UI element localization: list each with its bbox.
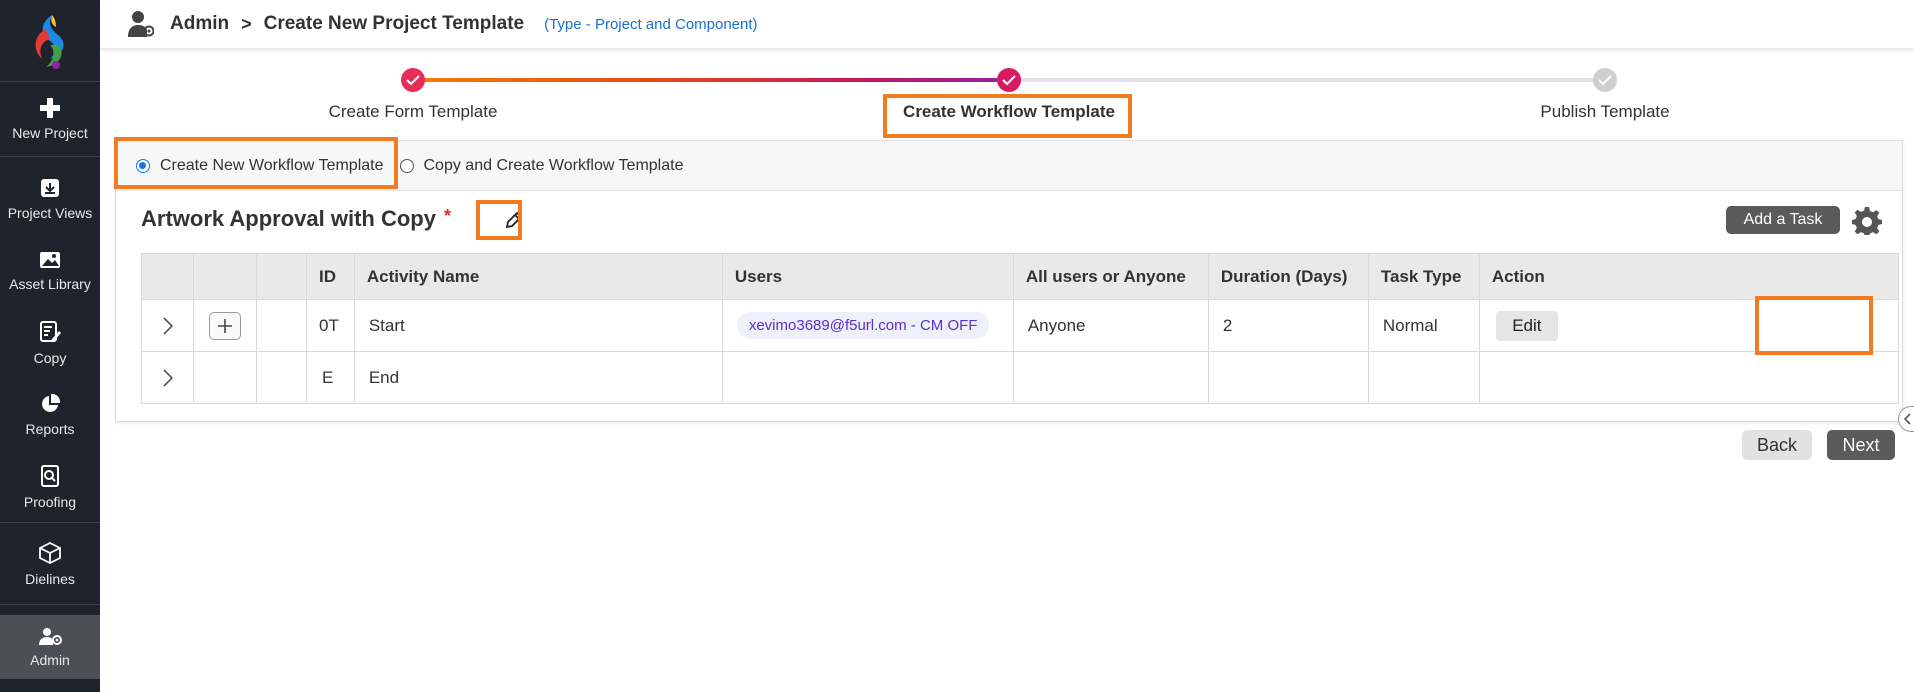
all-or-anyone-cell bbox=[1012, 351, 1209, 404]
step-pending-icon bbox=[1593, 68, 1617, 92]
sidebar-item-asset-library[interactable]: Asset Library bbox=[0, 235, 100, 307]
users-cell: xevimo3689@f5url.com - CM OFF bbox=[721, 299, 1014, 352]
blank-cell bbox=[256, 299, 307, 352]
pie-chart-icon bbox=[42, 393, 61, 412]
sidebar-item-new-project[interactable]: New Project bbox=[0, 82, 100, 157]
user-chip[interactable]: xevimo3689@f5url.com - CM OFF bbox=[736, 312, 990, 339]
activity-name-cell: End bbox=[353, 351, 723, 404]
template-type-note: (Type - Project and Component) bbox=[544, 15, 758, 33]
logo-icon bbox=[35, 14, 64, 69]
radio-unselected-icon[interactable] bbox=[399, 158, 414, 173]
table-row: 0T Start xevimo3689@f5url.com - CM OFF A… bbox=[141, 299, 1900, 352]
admin-user-icon bbox=[128, 11, 154, 37]
table-header-row: ID Activity Name Users All users or Anyo… bbox=[141, 253, 1900, 300]
step-connector-done bbox=[413, 78, 1009, 82]
edit-task-button[interactable]: Edit bbox=[1495, 310, 1558, 341]
sidebar-item-proofing[interactable]: Proofing bbox=[0, 451, 100, 523]
column-header-all-or-anyone: All users or Anyone bbox=[1012, 253, 1209, 300]
sidebar: New Project Project Views Asset Library … bbox=[0, 0, 100, 692]
column-header-blank bbox=[256, 253, 307, 300]
search-document-icon bbox=[41, 464, 59, 487]
workflow-task-table: ID Activity Name Users All users or Anyo… bbox=[141, 253, 1900, 404]
sidebar-item-label: Asset Library bbox=[9, 276, 91, 292]
chevron-right-icon bbox=[162, 368, 173, 387]
chevron-left-icon bbox=[1903, 413, 1911, 425]
admin-user-icon bbox=[39, 628, 62, 645]
breadcrumb-admin[interactable]: Admin bbox=[170, 13, 229, 35]
task-type-cell bbox=[1367, 351, 1480, 404]
sidebar-item-label: Reports bbox=[25, 421, 75, 437]
sidebar-item-label: Project Views bbox=[7, 205, 93, 221]
id-cell: 0T bbox=[306, 299, 355, 352]
highlight-box-edit-title bbox=[476, 200, 522, 240]
gear-icon[interactable] bbox=[1852, 205, 1882, 235]
chevron-right-icon bbox=[162, 316, 173, 335]
collapse-panel-handle[interactable] bbox=[1898, 406, 1914, 432]
sidebar-item-label: Admin bbox=[30, 652, 70, 668]
workflow-title-text: Artwork Approval with Copy bbox=[141, 206, 436, 231]
back-button[interactable]: Back bbox=[1742, 430, 1812, 460]
edit-document-icon bbox=[40, 321, 61, 342]
column-header-action: Action bbox=[1478, 253, 1900, 300]
id-cell: E bbox=[306, 351, 355, 404]
sidebar-item-copy[interactable]: Copy bbox=[0, 307, 100, 379]
duration-cell: 2 bbox=[1207, 299, 1369, 352]
expand-row-button[interactable] bbox=[157, 316, 178, 335]
sidebar-item-dielines[interactable]: Dielines bbox=[0, 523, 100, 605]
plus-icon bbox=[218, 318, 232, 333]
download-box-icon bbox=[41, 179, 59, 197]
step-label-publish[interactable]: Publish Template bbox=[1540, 102, 1669, 122]
step-connector-pending bbox=[1009, 78, 1605, 82]
app-logo[interactable] bbox=[0, 0, 100, 82]
progress-stepper: Create Form Template Create Workflow Tem… bbox=[100, 48, 1914, 138]
blank-cell bbox=[256, 351, 307, 404]
add-cell bbox=[193, 299, 257, 352]
sidebar-item-reports[interactable]: Reports bbox=[0, 379, 100, 451]
required-marker: * bbox=[443, 206, 451, 226]
breadcrumb-separator: > bbox=[241, 13, 252, 34]
top-header: Admin > Create New Project Template (Typ… bbox=[100, 0, 1914, 48]
highlight-box-create-new-radio bbox=[114, 137, 398, 189]
plus-icon bbox=[40, 98, 60, 118]
column-header-add bbox=[193, 253, 257, 300]
step-label-form[interactable]: Create Form Template bbox=[329, 102, 498, 122]
add-task-button[interactable]: Add a Task bbox=[1726, 206, 1840, 234]
column-header-expand bbox=[141, 253, 194, 300]
add-cell bbox=[193, 351, 257, 404]
next-button[interactable]: Next bbox=[1827, 430, 1895, 460]
sidebar-item-project-views[interactable]: Project Views bbox=[0, 163, 100, 235]
table-row: E End bbox=[141, 351, 1900, 404]
column-header-activity-name: Activity Name bbox=[353, 253, 723, 300]
column-header-task-type: Task Type bbox=[1367, 253, 1480, 300]
radio-label: Copy and Create Workflow Template bbox=[423, 156, 684, 174]
box-icon bbox=[39, 541, 61, 564]
task-type-cell: Normal bbox=[1367, 299, 1480, 352]
sidebar-item-label: Proofing bbox=[23, 493, 77, 510]
image-icon bbox=[40, 252, 60, 268]
column-header-id: ID bbox=[306, 253, 355, 300]
step-current-icon bbox=[997, 68, 1021, 92]
action-cell bbox=[1478, 351, 1900, 404]
sidebar-item-label: Copy bbox=[33, 350, 67, 366]
activity-name-cell: Start bbox=[353, 299, 723, 352]
highlight-box-workflow-step bbox=[883, 94, 1132, 138]
users-cell bbox=[721, 351, 1014, 404]
all-or-anyone-cell: Anyone bbox=[1012, 299, 1209, 352]
expand-cell bbox=[141, 351, 194, 404]
expand-cell bbox=[141, 299, 194, 352]
workflow-title: Artwork Approval with Copy * bbox=[141, 206, 451, 232]
radio-copy-workflow[interactable]: Copy and Create Workflow Template bbox=[399, 156, 684, 175]
column-header-duration: Duration (Days) bbox=[1207, 253, 1369, 300]
expand-row-button[interactable] bbox=[157, 368, 178, 387]
add-subtask-button[interactable] bbox=[209, 311, 241, 340]
column-header-users: Users bbox=[721, 253, 1014, 300]
sidebar-item-label: New Project bbox=[12, 125, 88, 141]
step-done-icon bbox=[401, 68, 425, 92]
sidebar-item-admin[interactable]: Admin bbox=[0, 615, 100, 679]
sidebar-item-label: Dielines bbox=[25, 570, 75, 587]
highlight-box-edit-task bbox=[1755, 296, 1873, 355]
page-title: Create New Project Template bbox=[263, 13, 525, 34]
duration-cell bbox=[1207, 351, 1369, 404]
